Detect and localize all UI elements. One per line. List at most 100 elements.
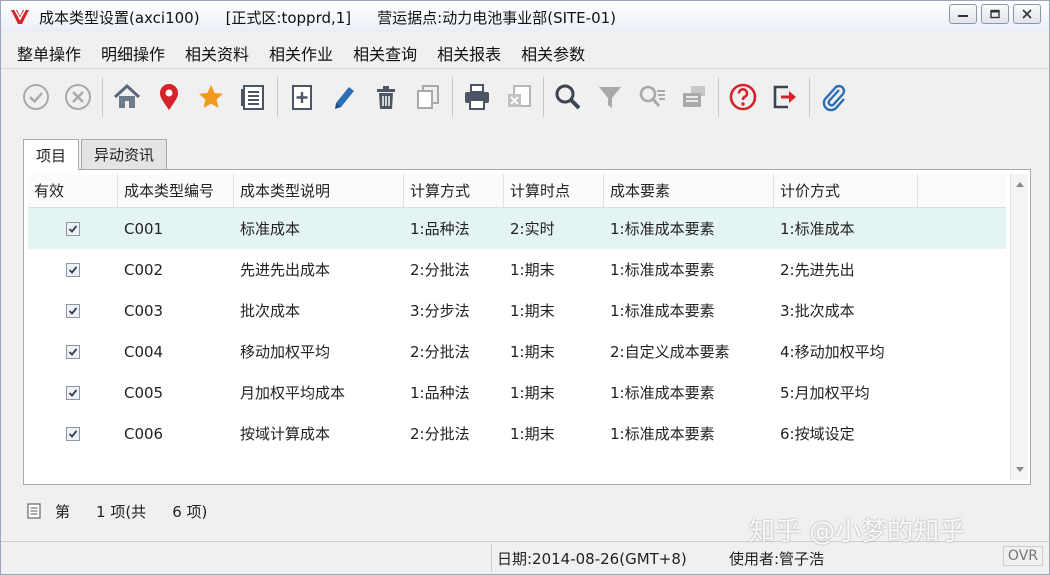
- table-row[interactable]: C004 移动加权平均 2:分批法 1:期末 2:自定义成本要素 4:移动加权平…: [28, 331, 1006, 372]
- cell-point[interactable]: 1:期末: [504, 341, 604, 362]
- home-button[interactable]: [106, 75, 148, 119]
- cell-code[interactable]: C001: [118, 220, 234, 238]
- menu-related-params[interactable]: 相关参数: [521, 41, 585, 65]
- exit-icon: [773, 85, 796, 109]
- menu-bar: 整单操作 明细操作 相关资料 相关作业 相关查询 相关报表 相关参数: [1, 37, 1049, 69]
- cell-calc[interactable]: 1:品种法: [404, 218, 504, 239]
- cell-desc[interactable]: 移动加权平均: [234, 341, 404, 362]
- cell-element[interactable]: 2:自定义成本要素: [604, 341, 774, 362]
- cell-point[interactable]: 1:期末: [504, 423, 604, 444]
- cell-element[interactable]: 1:标准成本要素: [604, 382, 774, 403]
- minimize-button[interactable]: [949, 4, 977, 24]
- header-element[interactable]: 成本要素: [604, 174, 774, 208]
- cell-point[interactable]: 1:期末: [504, 300, 604, 321]
- menu-related-query[interactable]: 相关查询: [353, 41, 417, 65]
- vertical-scrollbar[interactable]: [1010, 174, 1028, 480]
- delete-button[interactable]: [365, 75, 407, 119]
- add-button[interactable]: [281, 75, 323, 119]
- cell-code[interactable]: C004: [118, 343, 234, 361]
- active-checkbox[interactable]: [28, 344, 118, 359]
- cell-element[interactable]: 1:标准成本要素: [604, 423, 774, 444]
- cell-code[interactable]: C002: [118, 261, 234, 279]
- batch-button[interactable]: [673, 75, 715, 119]
- export-button[interactable]: [498, 75, 540, 119]
- pager-label: 第: [55, 502, 71, 521]
- search-button[interactable]: [547, 75, 589, 119]
- cell-point[interactable]: 1:期末: [504, 382, 604, 403]
- record-document-icon: [27, 503, 41, 519]
- table-row[interactable]: C002 先进先出成本 2:分批法 1:期末 1:标准成本要素 2:先进先出: [28, 249, 1006, 290]
- active-checkbox[interactable]: [28, 262, 118, 277]
- scroll-down-button[interactable]: [1011, 462, 1029, 478]
- cell-code[interactable]: C006: [118, 425, 234, 443]
- menu-related-data[interactable]: 相关资料: [185, 41, 249, 65]
- cell-code[interactable]: C005: [118, 384, 234, 402]
- active-checkbox[interactable]: [28, 221, 118, 236]
- toolbar-separator: [102, 77, 103, 117]
- header-calc[interactable]: 计算方式: [404, 174, 504, 208]
- filter-button[interactable]: [589, 75, 631, 119]
- table-row[interactable]: C006 按域计算成本 2:分批法 1:期末 1:标准成本要素 6:按域设定: [28, 413, 1006, 454]
- cell-pricing[interactable]: 4:移动加权平均: [774, 341, 918, 362]
- restore-button[interactable]: [981, 4, 1009, 24]
- cell-element[interactable]: 1:标准成本要素: [604, 300, 774, 321]
- query-list-button[interactable]: [631, 75, 673, 119]
- cell-calc[interactable]: 2:分批法: [404, 259, 504, 280]
- cell-point[interactable]: 1:期末: [504, 259, 604, 280]
- toolbar-separator: [718, 77, 719, 117]
- checkmark-icon: [68, 388, 78, 397]
- trash-icon: [377, 86, 395, 109]
- header-desc[interactable]: 成本类型说明: [234, 174, 404, 208]
- menu-related-jobs[interactable]: 相关作业: [269, 41, 333, 65]
- cell-pricing[interactable]: 6:按域设定: [774, 423, 918, 444]
- cell-calc[interactable]: 2:分批法: [404, 423, 504, 444]
- confirm-button[interactable]: [15, 75, 57, 119]
- cell-element[interactable]: 1:标准成本要素: [604, 218, 774, 239]
- cell-point[interactable]: 2:实时: [504, 218, 604, 239]
- menu-document-ops[interactable]: 整单操作: [17, 41, 81, 65]
- cell-code[interactable]: C003: [118, 302, 234, 320]
- tab-change-info[interactable]: 异动资讯: [81, 139, 168, 169]
- cell-calc[interactable]: 3:分步法: [404, 300, 504, 321]
- scroll-up-button[interactable]: [1011, 176, 1029, 192]
- help-button[interactable]: [722, 75, 764, 119]
- cell-desc[interactable]: 批次成本: [234, 300, 404, 321]
- cell-pricing[interactable]: 3:批次成本: [774, 300, 918, 321]
- cell-desc[interactable]: 先进先出成本: [234, 259, 404, 280]
- table-row[interactable]: C005 月加权平均成本 1:品种法 1:期末 1:标准成本要素 5:月加权平均: [28, 372, 1006, 413]
- cell-desc[interactable]: 标准成本: [234, 218, 404, 239]
- list-view-button[interactable]: [232, 75, 274, 119]
- cell-pricing[interactable]: 1:标准成本: [774, 218, 918, 239]
- copy-icon: [417, 85, 439, 109]
- active-checkbox[interactable]: [28, 385, 118, 400]
- table-header: 有效 成本类型编号 成本类型说明 计算方式 计算时点 成本要素 计价方式: [28, 174, 1006, 208]
- attachment-button[interactable]: [813, 75, 855, 119]
- cell-calc[interactable]: 2:分批法: [404, 341, 504, 362]
- cell-pricing[interactable]: 2:先进先出: [774, 259, 918, 280]
- cell-desc[interactable]: 按域计算成本: [234, 423, 404, 444]
- cell-element[interactable]: 1:标准成本要素: [604, 259, 774, 280]
- close-button[interactable]: [1013, 4, 1041, 24]
- cell-calc[interactable]: 1:品种法: [404, 382, 504, 403]
- menu-related-report[interactable]: 相关报表: [437, 41, 501, 65]
- cell-pricing[interactable]: 5:月加权平均: [774, 382, 918, 403]
- exit-button[interactable]: [764, 75, 806, 119]
- header-point[interactable]: 计算时点: [504, 174, 604, 208]
- favorite-button[interactable]: [190, 75, 232, 119]
- header-active[interactable]: 有效: [28, 174, 118, 208]
- menu-detail-ops[interactable]: 明细操作: [101, 41, 165, 65]
- copy-button[interactable]: [407, 75, 449, 119]
- table-row[interactable]: C003 批次成本 3:分步法 1:期末 1:标准成本要素 3:批次成本: [28, 290, 1006, 331]
- cancel-button[interactable]: [57, 75, 99, 119]
- edit-button[interactable]: [323, 75, 365, 119]
- location-button[interactable]: [148, 75, 190, 119]
- search-list-icon: [639, 85, 665, 107]
- active-checkbox[interactable]: [28, 426, 118, 441]
- table-row[interactable]: C001 标准成本 1:品种法 2:实时 1:标准成本要素 1:标准成本: [28, 208, 1006, 249]
- header-pricing[interactable]: 计价方式: [774, 174, 918, 208]
- print-button[interactable]: [456, 75, 498, 119]
- active-checkbox[interactable]: [28, 303, 118, 318]
- tab-items[interactable]: 项目: [23, 139, 80, 170]
- cell-desc[interactable]: 月加权平均成本: [234, 382, 404, 403]
- header-code[interactable]: 成本类型编号: [118, 174, 234, 208]
